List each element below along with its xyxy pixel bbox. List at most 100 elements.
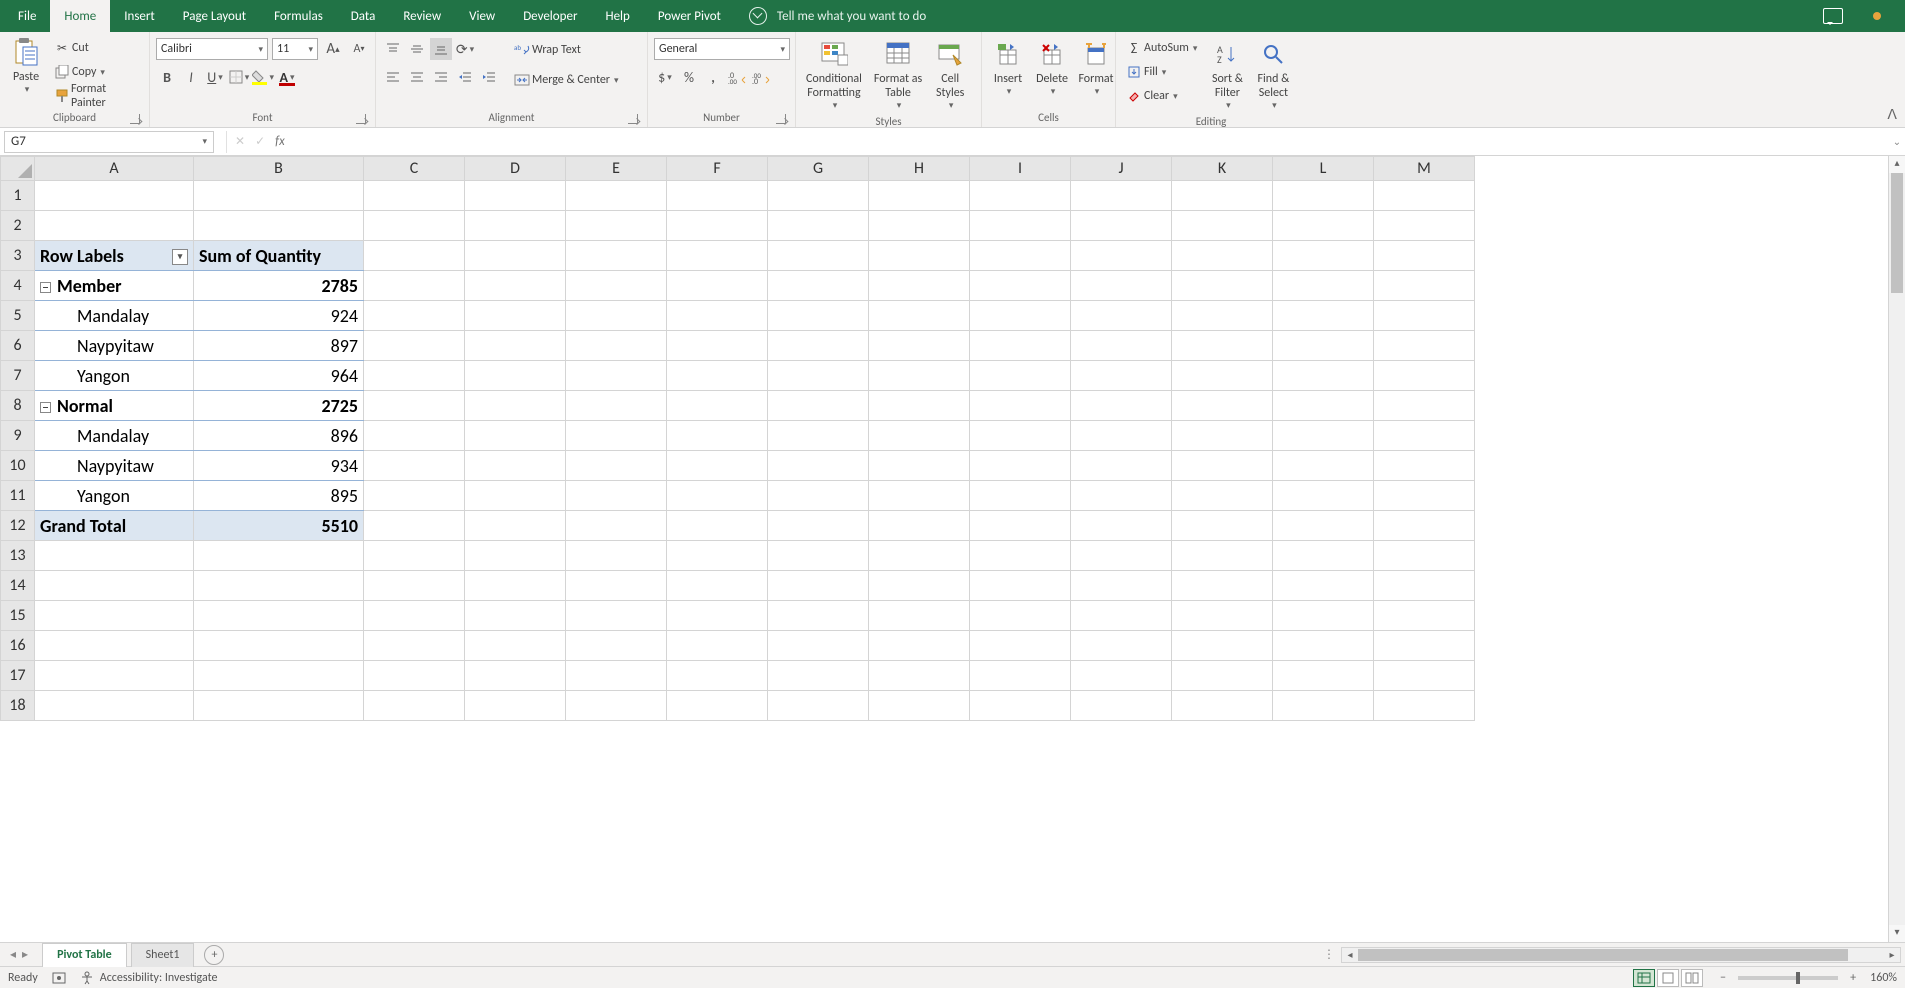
cell-K5[interactable]	[1172, 301, 1273, 331]
cell-C13[interactable]	[364, 541, 465, 571]
column-header-F[interactable]: F	[667, 157, 768, 181]
cell-E7[interactable]	[566, 361, 667, 391]
cell-B5[interactable]: 924	[194, 301, 364, 331]
cell-B8[interactable]: 2725	[194, 391, 364, 421]
row-header-11[interactable]: 11	[1, 481, 35, 511]
cell-M7[interactable]	[1374, 361, 1475, 391]
cell-D14[interactable]	[465, 571, 566, 601]
cell-L3[interactable]	[1273, 241, 1374, 271]
cell-J3[interactable]	[1071, 241, 1172, 271]
column-header-I[interactable]: I	[970, 157, 1071, 181]
cell-K8[interactable]	[1172, 391, 1273, 421]
align-bottom-button[interactable]	[430, 38, 452, 60]
accounting-format-button[interactable]: $▾	[654, 66, 676, 88]
ribbon-tab-page-layout[interactable]: Page Layout	[169, 0, 260, 32]
cell-K10[interactable]	[1172, 451, 1273, 481]
cell-I7[interactable]	[970, 361, 1071, 391]
cell-I8[interactable]	[970, 391, 1071, 421]
cell-B15[interactable]	[194, 601, 364, 631]
column-header-C[interactable]: C	[364, 157, 465, 181]
cell-D17[interactable]	[465, 661, 566, 691]
cell-I17[interactable]	[970, 661, 1071, 691]
cell-H11[interactable]	[869, 481, 970, 511]
cell-C15[interactable]	[364, 601, 465, 631]
cell-D8[interactable]	[465, 391, 566, 421]
bold-button[interactable]: B	[156, 66, 178, 88]
cell-I14[interactable]	[970, 571, 1071, 601]
cell-J13[interactable]	[1071, 541, 1172, 571]
cell-C7[interactable]	[364, 361, 465, 391]
cell-C10[interactable]	[364, 451, 465, 481]
dialog-launcher-icon[interactable]	[130, 114, 140, 124]
cell-L2[interactable]	[1273, 211, 1374, 241]
cell-H3[interactable]	[869, 241, 970, 271]
cell-G4[interactable]	[768, 271, 869, 301]
decrease-indent-button[interactable]	[454, 66, 476, 88]
cell-E2[interactable]	[566, 211, 667, 241]
cell-B16[interactable]	[194, 631, 364, 661]
cell-H16[interactable]	[869, 631, 970, 661]
cell-D5[interactable]	[465, 301, 566, 331]
cell-B10[interactable]: 934	[194, 451, 364, 481]
cell-D1[interactable]	[465, 181, 566, 211]
zoom-in-button[interactable]: +	[1846, 971, 1860, 985]
cell-E13[interactable]	[566, 541, 667, 571]
cell-K14[interactable]	[1172, 571, 1273, 601]
cell-G1[interactable]	[768, 181, 869, 211]
collapse-icon[interactable]	[40, 282, 51, 293]
autosum-button[interactable]: ∑AutoSum▾	[1122, 36, 1201, 60]
page-layout-view-button[interactable]	[1657, 969, 1679, 987]
cell-E9[interactable]	[566, 421, 667, 451]
cell-F1[interactable]	[667, 181, 768, 211]
tab-split-handle[interactable]: ⋮	[1323, 947, 1335, 962]
cell-K3[interactable]	[1172, 241, 1273, 271]
cell-L8[interactable]	[1273, 391, 1374, 421]
cell-E3[interactable]	[566, 241, 667, 271]
cell-A17[interactable]	[35, 661, 194, 691]
cell-L16[interactable]	[1273, 631, 1374, 661]
fx-icon[interactable]: fx	[275, 134, 285, 149]
paste-button[interactable]: Paste ▾	[6, 34, 46, 97]
cell-J15[interactable]	[1071, 601, 1172, 631]
align-right-button[interactable]	[430, 66, 452, 88]
cell-G16[interactable]	[768, 631, 869, 661]
comma-format-button[interactable]: ,	[702, 66, 724, 88]
cell-D3[interactable]	[465, 241, 566, 271]
horizontal-scrollbar[interactable]: ◂ ▸	[1341, 947, 1901, 963]
hscroll-thumb[interactable]	[1358, 949, 1848, 961]
cell-K18[interactable]	[1172, 691, 1273, 721]
cell-G5[interactable]	[768, 301, 869, 331]
name-box[interactable]: G7▾	[4, 131, 214, 153]
cell-L7[interactable]	[1273, 361, 1374, 391]
cell-J4[interactable]	[1071, 271, 1172, 301]
column-header-G[interactable]: G	[768, 157, 869, 181]
zoom-slider-handle[interactable]	[1796, 972, 1800, 984]
cell-L17[interactable]	[1273, 661, 1374, 691]
cell-L5[interactable]	[1273, 301, 1374, 331]
tab-nav-first-icon[interactable]: ◂	[10, 947, 16, 962]
cell-styles-button[interactable]: Cell Styles▾	[930, 36, 970, 113]
scroll-down-button[interactable]: ▾	[1889, 925, 1905, 942]
cell-D12[interactable]	[465, 511, 566, 541]
cell-L6[interactable]	[1273, 331, 1374, 361]
cell-J14[interactable]	[1071, 571, 1172, 601]
cell-K9[interactable]	[1172, 421, 1273, 451]
cell-J2[interactable]	[1071, 211, 1172, 241]
column-header-E[interactable]: E	[566, 157, 667, 181]
orientation-button[interactable]: ⟳▾	[454, 38, 476, 60]
cell-L11[interactable]	[1273, 481, 1374, 511]
cell-A8[interactable]: Normal	[35, 391, 194, 421]
cell-H5[interactable]	[869, 301, 970, 331]
sheet-tab-active[interactable]: Pivot Table	[42, 943, 127, 967]
cell-A6[interactable]: Naypyitaw	[35, 331, 194, 361]
collapse-icon[interactable]	[40, 402, 51, 413]
cell-A11[interactable]: Yangon	[35, 481, 194, 511]
cell-L18[interactable]	[1273, 691, 1374, 721]
ribbon-tab-developer[interactable]: Developer	[509, 0, 591, 32]
cell-A14[interactable]	[35, 571, 194, 601]
cell-F15[interactable]	[667, 601, 768, 631]
cell-A18[interactable]	[35, 691, 194, 721]
row-header-7[interactable]: 7	[1, 361, 35, 391]
row-header-1[interactable]: 1	[1, 181, 35, 211]
cell-B4[interactable]: 2785	[194, 271, 364, 301]
